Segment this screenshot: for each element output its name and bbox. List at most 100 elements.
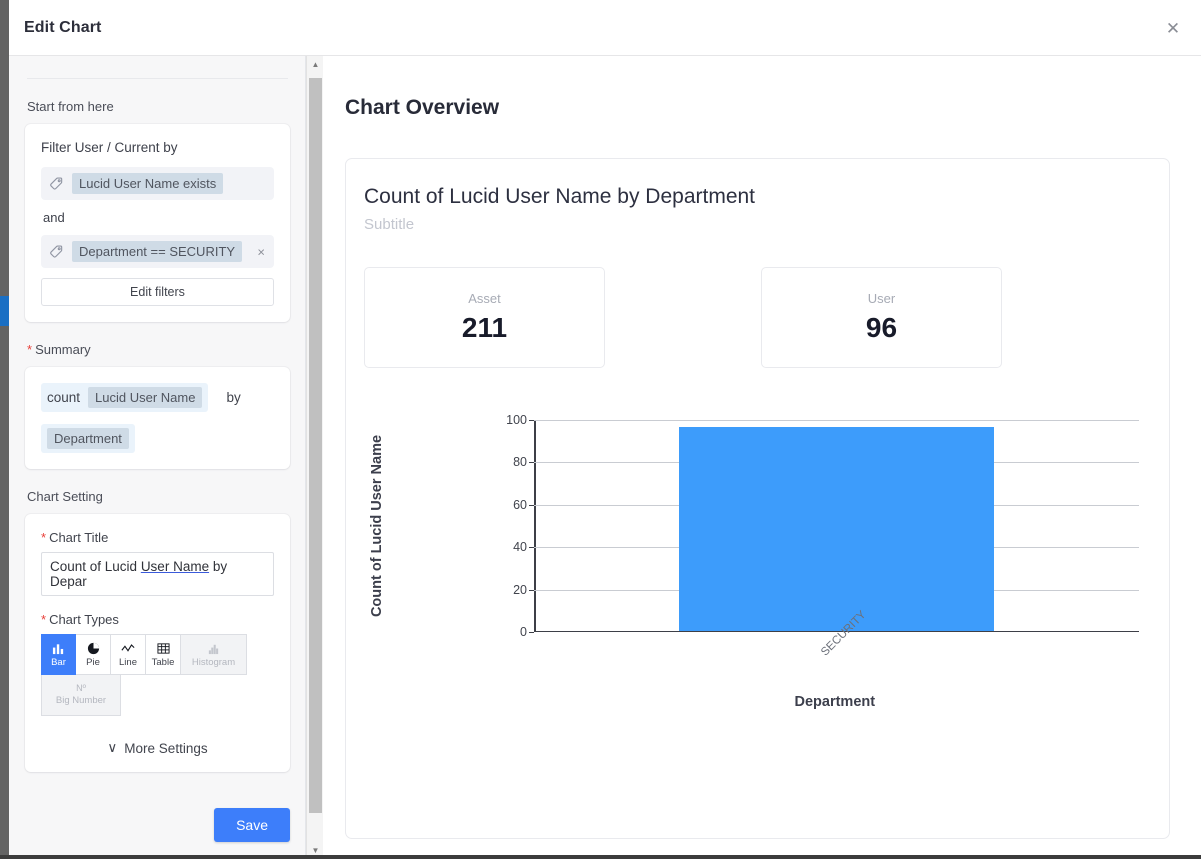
chart-type-table[interactable]: Table: [146, 634, 181, 675]
chart-title: Count of Lucid User Name by Department: [364, 185, 756, 208]
required-marker: *: [27, 342, 33, 357]
tag-icon: [49, 244, 64, 259]
chart-type-table-label: Table: [151, 657, 175, 669]
table-icon: [156, 641, 170, 656]
chart-types-label: * Chart Types: [41, 612, 274, 627]
filter-condition-row[interactable]: Department == SECURITY ×: [41, 235, 274, 268]
save-button[interactable]: Save: [214, 808, 290, 842]
summary-expression: count Lucid User Name by: [41, 383, 274, 412]
more-settings-label: More Settings: [124, 740, 208, 756]
y-tick-mark: [529, 547, 534, 549]
bar-chart-plot: Count of Lucid User Name 0 20 40 60 80 100 SEC…: [364, 413, 1139, 720]
chart-type-histogram[interactable]: Histogram: [181, 634, 247, 675]
chart-type-selector: Bar Pie Line Table Histogram: [41, 634, 274, 675]
y-tick-label: 0: [520, 625, 527, 639]
stat-card-user: User 96: [761, 267, 1002, 368]
summary-dimension-chip[interactable]: Department: [47, 428, 129, 449]
chart-title-input[interactable]: Count of Lucid User Name by Depar: [41, 552, 274, 596]
summary-by-word: by: [226, 390, 241, 405]
summary-metric-group[interactable]: count Lucid User Name: [41, 383, 209, 412]
chart-type-big-number-label: Big Number: [55, 695, 107, 707]
scroll-up-icon[interactable]: ▲: [307, 56, 324, 73]
y-tick-mark: [529, 420, 534, 421]
chart-setting-card: * Chart Title Count of Lucid User Name by…: [25, 514, 290, 772]
chart-type-pie-label: Pie: [86, 657, 100, 669]
summary-card: count Lucid User Name by Department: [25, 367, 290, 469]
required-marker: *: [41, 612, 47, 627]
histogram-icon: [207, 641, 220, 656]
chart-subtitle: Subtitle: [364, 216, 415, 233]
summary-dimension-group[interactable]: Department: [41, 424, 135, 453]
chevron-down-icon: ∨: [107, 740, 118, 755]
y-tick-label: 100: [506, 413, 527, 427]
y-tick-mark: [529, 504, 534, 506]
scrollbar-thumb[interactable]: [309, 78, 322, 813]
tag-icon: [49, 176, 64, 191]
chart-type-bar-label: Bar: [51, 657, 66, 669]
plot-box: 0 20 40 60 80 100 SECURITY Department: [506, 413, 1139, 710]
remove-filter-icon[interactable]: ×: [257, 245, 265, 258]
stat-label: Asset: [468, 291, 501, 306]
pie-chart-icon: [87, 641, 100, 656]
chart-title-label-text: Chart Title: [49, 530, 109, 545]
modal-titlebar: Edit Chart ✕: [9, 0, 1201, 56]
chart-title-label: * Chart Title: [41, 530, 274, 545]
more-settings-toggle[interactable]: ∨ More Settings: [41, 740, 274, 756]
x-axis-title: Department: [794, 694, 876, 710]
page-title: Chart Overview: [345, 96, 500, 119]
big-number-icon: Nº: [76, 683, 86, 694]
y-tick-mark: [529, 462, 534, 464]
chart-type-histogram-label: Histogram: [191, 657, 236, 669]
stat-label: User: [867, 291, 896, 306]
chart-setting-label: Chart Setting: [27, 489, 103, 504]
chart-title-value-prefix: Count of Lucid: [50, 559, 141, 574]
chart-preview-card: Count of Lucid User Name by Department S…: [345, 158, 1170, 839]
y-tick-label: 40: [513, 540, 527, 555]
bar[interactable]: [679, 427, 994, 631]
modal-title: Edit Chart: [24, 18, 102, 36]
filter-condition-chip[interactable]: Lucid User Name exists: [72, 173, 224, 194]
y-tick-mark: [529, 632, 534, 633]
grid-line: [534, 420, 1139, 421]
y-axis-title: Count of Lucid User Name: [367, 420, 387, 632]
y-tick-mark: [529, 589, 534, 591]
y-tick-label: 60: [513, 497, 527, 512]
config-panel-scrollbar[interactable]: ▲ ▼: [306, 56, 323, 859]
config-panel: Start from here Filter User / Current by…: [9, 56, 306, 859]
required-marker: *: [41, 530, 47, 545]
filter-conjunction: and: [43, 210, 65, 225]
summary-section-label: * Summary: [9, 322, 305, 367]
preview-panel: Chart Overview Count of Lucid User Name …: [324, 56, 1201, 859]
chart-type-line-label: Line: [119, 657, 137, 669]
chart-type-pie[interactable]: Pie: [76, 634, 111, 675]
filter-condition-chip[interactable]: Department == SECURITY: [72, 241, 243, 262]
filter-condition-row[interactable]: Lucid User Name exists: [41, 167, 274, 200]
chart-title-value-underlined: User Name: [140, 559, 210, 574]
chart-type-line[interactable]: Line: [111, 634, 146, 675]
summary-aggregation: count: [47, 390, 81, 405]
line-chart-icon: [121, 641, 135, 656]
y-axis-line: [534, 420, 536, 632]
stat-value: 211: [461, 312, 508, 343]
bar-chart-icon: [52, 641, 65, 656]
y-tick-label: 20: [513, 582, 527, 597]
summary-metric-chip[interactable]: Lucid User Name: [88, 387, 203, 408]
app-root: Edit Chart ✕ Start from here Filter User…: [0, 0, 1201, 859]
filter-card: Filter User / Current by Lucid User Name…: [25, 124, 290, 322]
stat-card-asset: Asset 211: [364, 267, 605, 368]
close-icon[interactable]: ✕: [1159, 14, 1187, 42]
footer-actions: Save: [25, 808, 290, 842]
chart-types-label-text: Chart Types: [49, 612, 119, 627]
edit-filters-button[interactable]: Edit filters: [41, 278, 274, 306]
y-axis-title-text: Count of Lucid User Name: [369, 434, 386, 618]
background-strip: [0, 0, 9, 859]
summary-label-text: Summary: [35, 342, 91, 357]
start-from-here-label: Start from here: [27, 99, 114, 114]
filter-card-title: Filter User / Current by: [41, 140, 178, 155]
background-blue-accent: [0, 296, 9, 326]
chart-type-big-number[interactable]: Nº Big Number: [41, 675, 121, 716]
window-bottom-edge: [0, 855, 1201, 859]
y-tick-label: 80: [513, 455, 527, 470]
chart-type-bar[interactable]: Bar: [41, 634, 76, 675]
stat-value: 96: [865, 312, 898, 343]
